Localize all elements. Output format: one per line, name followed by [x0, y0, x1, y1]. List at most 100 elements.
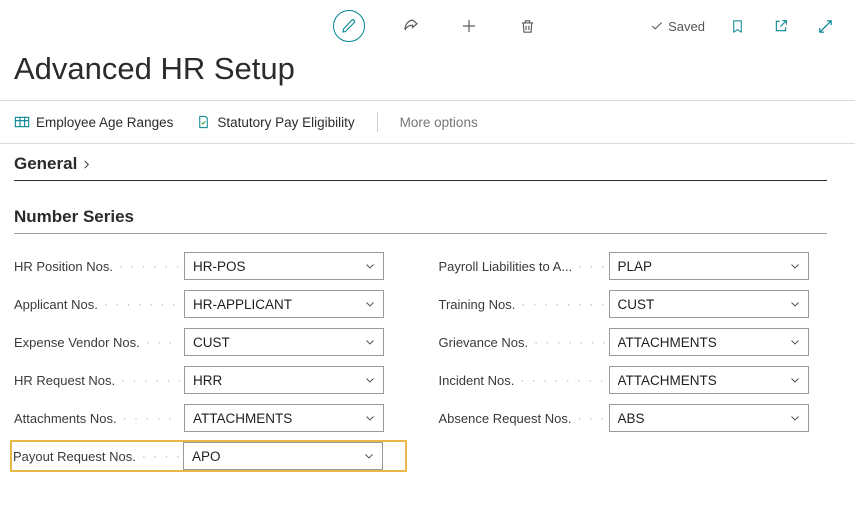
action-label: Employee Age Ranges	[36, 115, 173, 130]
field-label-text: Attachments Nos.	[14, 411, 117, 426]
more-options-link[interactable]: More options	[400, 115, 478, 130]
pencil-icon	[341, 18, 357, 34]
lookup-input[interactable]	[609, 366, 809, 394]
page-title: Advanced HR Setup	[0, 52, 855, 100]
lookup-input[interactable]	[184, 290, 384, 318]
lookup-input[interactable]	[609, 252, 809, 280]
field-label-text: Payout Request Nos.	[13, 449, 136, 464]
body-area[interactable]: General Number Series HR Position Nos.· …	[0, 144, 855, 514]
field-row: Payout Request Nos. · · · · · · · · · · ·…	[12, 442, 405, 470]
toolbar-center-group	[333, 10, 539, 42]
field-input-wrap	[609, 290, 809, 318]
field-input-wrap	[609, 252, 809, 280]
field-row: Grievance Nos.· · · · · · · · · · · · · …	[439, 328, 828, 356]
field-label-text: Payroll Liabilities to A...	[439, 259, 573, 274]
lookup-input[interactable]	[184, 404, 384, 432]
dots-filler: · · · · · · · · · · · · · · · · · ·	[119, 259, 180, 273]
field-label: Applicant Nos. · · · · · · · · · · · · · …	[14, 297, 184, 312]
field-label: Grievance Nos.· · · · · · · · · · · · · …	[439, 335, 609, 350]
lookup-input[interactable]	[609, 328, 809, 356]
right-column: Payroll Liabilities to A... · · · · · · ·…	[439, 252, 828, 480]
lookup-input[interactable]	[184, 328, 384, 356]
lookup-input[interactable]	[609, 404, 809, 432]
field-label: HR Request Nos. · · · · · · · · · · · · ·…	[14, 373, 184, 388]
field-label-text: Incident Nos.	[439, 373, 515, 388]
left-column: HR Position Nos. · · · · · · · · · · · · …	[14, 252, 403, 480]
dots-filler: · · · · · · · · · · · · · · · · · ·	[521, 297, 604, 311]
toolbar-right-group: Saved	[650, 14, 837, 38]
section-label: General	[14, 154, 77, 174]
field-row: HR Request Nos. · · · · · · · · · · · · ·…	[14, 366, 403, 394]
edit-button[interactable]	[333, 10, 365, 42]
bookmark-button[interactable]	[725, 14, 749, 38]
field-label-text: Grievance Nos.	[439, 335, 529, 350]
field-label: Payout Request Nos. · · · · · · · · · · ·…	[13, 449, 183, 464]
field-row: Training Nos.· · · · · · · · · · · · · ·…	[439, 290, 828, 318]
dots-filler: · · · · · · · · · · · · · · · · · ·	[146, 335, 180, 349]
lookup-input[interactable]	[609, 290, 809, 318]
field-label: HR Position Nos. · · · · · · · · · · · · …	[14, 259, 184, 274]
expand-icon	[817, 18, 834, 35]
field-label: Attachments Nos. · · · · · · · · · · · · …	[14, 411, 184, 426]
field-row: Expense Vendor Nos. · · · · · · · · · · ·…	[14, 328, 403, 356]
expand-button[interactable]	[813, 14, 837, 38]
popout-icon	[773, 18, 789, 34]
dots-filler: · · · · · · · · · · · · · · · · · ·	[142, 449, 179, 463]
field-input-wrap	[183, 442, 383, 470]
field-input-wrap	[609, 366, 809, 394]
dots-filler: · · · · · · · · · · · · · · · · · ·	[123, 411, 180, 425]
delete-button[interactable]	[515, 14, 539, 38]
field-label: Incident Nos. · · · · · · · · · · · · · ·…	[439, 373, 609, 388]
table-icon	[14, 114, 30, 130]
field-row: Attachments Nos. · · · · · · · · · · · · …	[14, 404, 403, 432]
top-toolbar: Saved	[0, 0, 855, 52]
field-label-text: Absence Request Nos.	[439, 411, 572, 426]
number-series-columns: HR Position Nos. · · · · · · · · · · · · …	[14, 252, 827, 480]
field-label-text: Expense Vendor Nos.	[14, 335, 140, 350]
field-row: Absence Request Nos. · · · · · · · · · · …	[439, 404, 828, 432]
chevron-right-icon	[79, 157, 93, 171]
field-input-wrap	[184, 404, 384, 432]
popout-button[interactable]	[769, 14, 793, 38]
separator	[377, 112, 378, 132]
lookup-input[interactable]	[183, 442, 383, 470]
dots-filler: · · · · · · · · · · · · · · · · · ·	[121, 373, 180, 387]
action-statutory-pay[interactable]: Statutory Pay Eligibility	[195, 114, 354, 130]
lookup-input[interactable]	[184, 366, 384, 394]
field-label: Training Nos.· · · · · · · · · · · · · ·…	[439, 297, 609, 312]
saved-label: Saved	[668, 19, 705, 34]
field-input-wrap	[184, 328, 384, 356]
document-check-icon	[195, 114, 211, 130]
field-row: Payroll Liabilities to A...· · · · · · ·…	[439, 252, 828, 280]
bookmark-icon	[730, 18, 745, 35]
field-label: Absence Request Nos. · · · · · · · · · · …	[439, 411, 609, 426]
dots-filler: · · · · · · · · · · · · · · · · · ·	[577, 411, 604, 425]
dots-filler: · · · · · · · · · · · · · · · · · ·	[104, 297, 180, 311]
field-label-text: Applicant Nos.	[14, 297, 98, 312]
field-row: Incident Nos. · · · · · · · · · · · · · ·…	[439, 366, 828, 394]
field-label: Expense Vendor Nos. · · · · · · · · · · ·…	[14, 335, 184, 350]
field-input-wrap	[184, 252, 384, 280]
action-bar: Employee Age Ranges Statutory Pay Eligib…	[0, 100, 855, 144]
trash-icon	[519, 18, 536, 35]
saved-indicator: Saved	[650, 19, 705, 34]
action-label: Statutory Pay Eligibility	[217, 115, 354, 130]
field-label-text: HR Position Nos.	[14, 259, 113, 274]
field-input-wrap	[609, 328, 809, 356]
field-input-wrap	[184, 290, 384, 318]
section-general-header[interactable]: General	[14, 154, 827, 181]
field-label-text: HR Request Nos.	[14, 373, 115, 388]
field-input-wrap	[609, 404, 809, 432]
check-icon	[650, 19, 664, 33]
field-label: Payroll Liabilities to A...· · · · · · ·…	[439, 259, 609, 274]
lookup-input[interactable]	[184, 252, 384, 280]
plus-icon	[460, 17, 478, 35]
field-input-wrap	[184, 366, 384, 394]
field-row: HR Position Nos. · · · · · · · · · · · · …	[14, 252, 403, 280]
share-icon	[402, 17, 420, 35]
action-employee-age-ranges[interactable]: Employee Age Ranges	[14, 114, 173, 130]
share-button[interactable]	[399, 14, 423, 38]
new-button[interactable]	[457, 14, 481, 38]
field-row: Applicant Nos. · · · · · · · · · · · · · …	[14, 290, 403, 318]
dots-filler: · · · · · · · · · · · · · · · · · ·	[520, 373, 604, 387]
